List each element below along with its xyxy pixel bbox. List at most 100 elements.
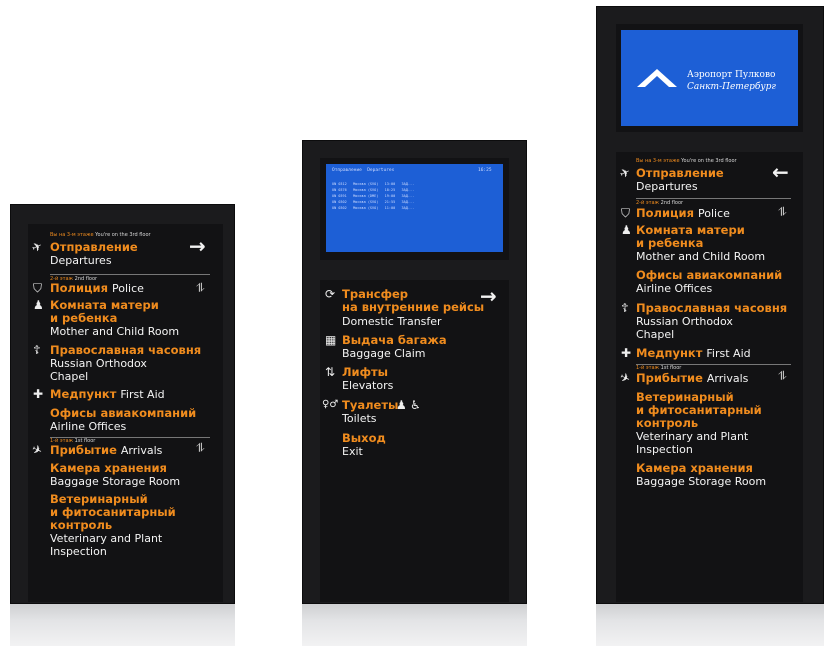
storage-label-ru: Камера хранения bbox=[636, 461, 753, 475]
arrow-right-icon: → bbox=[189, 234, 206, 258]
arrivals-label: Прибытие Arrivals bbox=[636, 371, 749, 386]
right-sign-totem: Аэропорт Пулково Санкт-Петербург Вы на 3… bbox=[596, 6, 824, 604]
first-aid-icon: ✚ bbox=[621, 346, 632, 360]
left-sign-base bbox=[10, 604, 235, 646]
chapel-label-en-2: Chapel bbox=[636, 328, 675, 341]
chapel-label-en-2: Chapel bbox=[50, 370, 89, 383]
escalator-icon: ⥮ bbox=[778, 205, 787, 219]
elevators-label-en: Elevators bbox=[342, 379, 394, 392]
fids-time: 16:25 bbox=[478, 168, 492, 173]
police-label-en: Police bbox=[698, 207, 730, 220]
chapel-label-ru: Православная часовня bbox=[50, 343, 202, 357]
vet-label-en-2: Inspection bbox=[636, 443, 693, 456]
right-sign-base bbox=[596, 604, 824, 646]
exit-label-ru: Выход bbox=[342, 431, 386, 445]
fids-row: UN 0376 Москва (SVO) 18:25 ЗАД... bbox=[332, 188, 415, 192]
logo-screen: Аэропорт Пулково Санкт-Петербург bbox=[621, 30, 798, 126]
floor-label-current: Вы на 3-м этаже You're on the 3rd floor bbox=[636, 158, 737, 164]
arrivals-icon: ✈ bbox=[29, 441, 45, 459]
left-sign-panel: Вы на 3-м этаже You're on the 3rd floor … bbox=[28, 224, 223, 602]
departures-label-en: Departures bbox=[50, 254, 112, 267]
police-label: Полиция Police bbox=[50, 281, 144, 296]
fids-screen-bezel: Отправление Departures 16:25 UN 0312 Мос… bbox=[320, 158, 509, 260]
fids-row: UN 0302 Москва (SVO) 11:00 ЗАД... bbox=[332, 206, 415, 210]
airline-label-ru: Офисы авиакомпаний bbox=[636, 268, 783, 282]
chapel-icon: ☦ bbox=[33, 343, 41, 357]
police-label: Полиция Police bbox=[636, 207, 730, 221]
left-sign-totem: Вы на 3-м этаже You're on the 3rd floor … bbox=[10, 204, 235, 604]
middle-sign-base bbox=[302, 604, 527, 646]
mother-label-en: Mother and Child Room bbox=[50, 325, 180, 338]
departures-label-en: Departures bbox=[636, 180, 698, 193]
mother-child-icon: ♟ bbox=[33, 298, 44, 312]
baby-change-icon: ♟ bbox=[396, 398, 407, 412]
vet-label-ru-3: контроль bbox=[50, 518, 113, 532]
chapel-label-ru: Православная часовня bbox=[636, 301, 788, 315]
transfer-icon: ⟳ bbox=[325, 287, 336, 301]
toilets-label-ru: Туалеты bbox=[342, 398, 399, 412]
airline-label-ru: Офисы авиакомпаний bbox=[50, 406, 197, 420]
storage-label-en: Baggage Storage Room bbox=[636, 475, 767, 488]
fids-row: UN 0312 Москва (SVO) 13:00 ЗАД... bbox=[332, 182, 415, 186]
toilets-label-en: Toilets bbox=[342, 412, 377, 425]
storage-label-ru: Камера хранения bbox=[50, 461, 167, 475]
arrivals-label-ru: Прибытие bbox=[636, 371, 703, 385]
arrow-right-icon: → bbox=[480, 284, 497, 308]
logo-screen-bezel: Аэропорт Пулково Санкт-Петербург bbox=[616, 24, 803, 132]
first-aid-label: Медпункт First Aid bbox=[636, 346, 751, 361]
escalator-icon-2: ⥮ bbox=[196, 441, 205, 455]
floor-divider-2 bbox=[636, 198, 791, 199]
toilets-icon: ♀♂ bbox=[322, 399, 339, 410]
escalator-icon-2: ⥮ bbox=[778, 369, 787, 383]
middle-sign-totem: Отправление Departures 16:25 UN 0312 Мос… bbox=[302, 140, 527, 604]
floor-divider-2 bbox=[50, 274, 210, 275]
fids-row: UN 0391 Москва (DME) 19:00 ЗАД... bbox=[332, 194, 415, 198]
storage-label-en: Baggage Storage Room bbox=[50, 475, 181, 488]
arrivals-label: Прибытие Arrivals bbox=[50, 443, 163, 458]
middle-sign-panel: ⟳ Трансфер на внутренние рейсы Domestic … bbox=[320, 280, 509, 602]
escalator-icon: ⥮ bbox=[196, 281, 205, 295]
first-aid-label-ru: Медпункт bbox=[50, 387, 117, 401]
wheelchair-icon: ♿ bbox=[410, 398, 421, 412]
departures-label-ru: Отправление bbox=[636, 166, 724, 180]
baggage-label-ru: Выдача багажа bbox=[342, 333, 447, 347]
exit-label-en: Exit bbox=[342, 445, 363, 458]
arrivals-icon: ✈ bbox=[617, 369, 633, 387]
chapel-icon: ☦ bbox=[621, 301, 629, 315]
right-sign-panel: Вы на 3-м этаже You're on the 3rd floor … bbox=[616, 152, 803, 602]
police-label-ru: Полиция bbox=[50, 281, 108, 295]
arrivals-label-ru: Прибытие bbox=[50, 443, 117, 457]
police-icon: ⛉ bbox=[33, 281, 43, 295]
pulkovo-logo-icon bbox=[637, 69, 677, 87]
fids-header: Отправление Departures bbox=[332, 168, 395, 173]
police-label-en: Police bbox=[112, 282, 144, 295]
chapel-label-en-1: Russian Orthodox bbox=[636, 315, 733, 328]
vet-label-ru-3: контроль bbox=[636, 416, 699, 430]
fids-row: UN 0302 Москва (SVO) 21:55 ЗАД... bbox=[332, 200, 415, 204]
mother-label-en: Mother and Child Room bbox=[636, 250, 766, 263]
floor-label-current: Вы на 3-м этаже You're on the 3rd floor bbox=[50, 232, 151, 238]
fids-screen: Отправление Departures 16:25 UN 0312 Мос… bbox=[326, 164, 503, 252]
mother-child-icon: ♟ bbox=[621, 223, 632, 237]
arrow-left-icon: ← bbox=[772, 160, 789, 184]
first-aid-icon: ✚ bbox=[33, 387, 44, 401]
first-aid-label: Медпункт First Aid bbox=[50, 387, 165, 402]
baggage-claim-icon: ▦ bbox=[325, 333, 337, 347]
elevators-label-ru: Лифты bbox=[342, 365, 389, 379]
first-aid-label-ru: Медпункт bbox=[636, 346, 703, 360]
vet-label-en-1: Veterinary and Plant bbox=[636, 430, 749, 443]
vet-label-en-2: Inspection bbox=[50, 545, 107, 558]
transfer-label-en: Domestic Transfer bbox=[342, 315, 442, 328]
airline-label-en: Airline Offices bbox=[50, 420, 127, 433]
vet-label-en-1: Veterinary and Plant bbox=[50, 532, 163, 545]
departures-label-ru: Отправление bbox=[50, 240, 138, 254]
first-aid-label-en: First Aid bbox=[706, 347, 751, 360]
mother-label-ru-2: и ребенка bbox=[50, 311, 118, 325]
chapel-label-en-1: Russian Orthodox bbox=[50, 357, 147, 370]
departures-icon: ✈ bbox=[29, 238, 45, 256]
police-icon: ⛉ bbox=[621, 206, 631, 220]
arrivals-label-en: Arrivals bbox=[120, 444, 163, 457]
airport-name-line1: Аэропорт Пулково bbox=[687, 70, 776, 80]
arrivals-label-en: Arrivals bbox=[706, 372, 749, 385]
airline-label-en: Airline Offices bbox=[636, 282, 713, 295]
